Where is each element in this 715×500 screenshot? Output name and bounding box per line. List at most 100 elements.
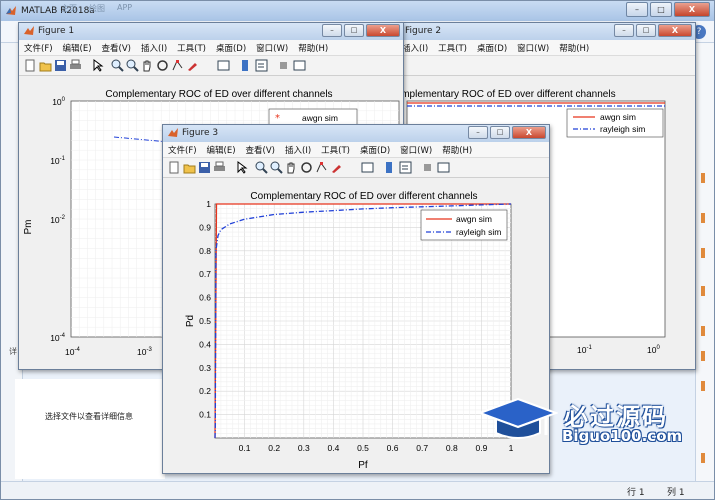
open-folder-icon[interactable] bbox=[183, 161, 196, 174]
figure-3-title-bar[interactable]: Figure 3 – □ X bbox=[163, 125, 549, 142]
maximize-button[interactable]: □ bbox=[636, 24, 656, 37]
close-button[interactable]: X bbox=[512, 126, 546, 139]
rotate-icon[interactable] bbox=[300, 161, 313, 174]
pointer-icon[interactable] bbox=[91, 59, 104, 72]
new-file-icon[interactable] bbox=[168, 161, 181, 174]
y-tick-label: 0.8 bbox=[199, 246, 211, 256]
minimize-button[interactable]: – bbox=[468, 126, 488, 139]
save-icon[interactable] bbox=[198, 161, 211, 174]
menu-desktop[interactable]: 桌面(D) bbox=[216, 42, 246, 54]
menu-desktop[interactable]: 桌面(D) bbox=[477, 42, 507, 54]
menu-window[interactable]: 窗口(W) bbox=[517, 42, 549, 54]
new-file-icon[interactable] bbox=[24, 59, 37, 72]
workspace-marker bbox=[701, 173, 705, 183]
main-tabs: 主页 绘图 APP bbox=[61, 3, 132, 14]
rotate-icon[interactable] bbox=[156, 59, 169, 72]
menu-tools[interactable]: 工具(T) bbox=[438, 42, 467, 54]
tab-plots[interactable]: 绘图 bbox=[89, 3, 105, 14]
show-tools-icon[interactable] bbox=[293, 59, 306, 72]
workspace-marker bbox=[701, 453, 705, 463]
workspace-marker bbox=[701, 351, 705, 361]
menu-insert[interactable]: 插入(I) bbox=[141, 42, 167, 54]
workspace-marker bbox=[701, 381, 705, 391]
menu-view[interactable]: 查看(V) bbox=[246, 144, 275, 156]
maximize-button[interactable]: □ bbox=[490, 126, 510, 139]
figure-2-controls: – □ X bbox=[614, 24, 692, 37]
figure-1-title: Figure 1 bbox=[38, 26, 75, 36]
menu-edit[interactable]: 编辑(E) bbox=[63, 42, 92, 54]
figure-2-title-bar[interactable]: Figure 2 – □ X bbox=[397, 23, 695, 40]
menu-desktop[interactable]: 桌面(D) bbox=[360, 144, 390, 156]
x-axis-label: Pf bbox=[358, 460, 368, 471]
open-folder-icon[interactable] bbox=[39, 59, 52, 72]
menu-tools[interactable]: 工具(T) bbox=[177, 42, 206, 54]
pan-hand-icon[interactable] bbox=[285, 161, 298, 174]
menu-file[interactable]: 文件(F) bbox=[168, 144, 197, 156]
menu-insert[interactable]: 插入(I) bbox=[402, 42, 428, 54]
watermark-brand-en: Biguo100.com bbox=[562, 427, 683, 445]
menu-help[interactable]: 帮助(H) bbox=[442, 144, 472, 156]
figure-2-chart-title: Complementary ROC of ED over different c… bbox=[397, 89, 616, 100]
minimize-button[interactable]: – bbox=[322, 24, 342, 37]
menu-edit[interactable]: 编辑(E) bbox=[207, 144, 236, 156]
brush-icon[interactable] bbox=[330, 161, 343, 174]
matlab-logo-icon bbox=[6, 6, 16, 15]
tab-home[interactable]: 主页 bbox=[61, 3, 77, 14]
colorbar-icon[interactable] bbox=[383, 161, 396, 174]
menu-tools[interactable]: 工具(T) bbox=[321, 144, 350, 156]
minimize-button[interactable]: – bbox=[614, 24, 634, 37]
legend-awgn-label: awgn sim bbox=[600, 112, 636, 122]
pointer-icon[interactable] bbox=[235, 161, 248, 174]
figure-2-menubar: 插入(I) 工具(T) 桌面(D) 窗口(W) 帮助(H) bbox=[397, 40, 695, 56]
graduation-cap-logo-icon bbox=[478, 397, 558, 439]
legend-icon[interactable] bbox=[255, 59, 268, 72]
save-icon[interactable] bbox=[54, 59, 67, 72]
workspace-marker bbox=[701, 326, 705, 336]
link-plot-icon[interactable] bbox=[217, 59, 230, 72]
x-tick-label: 0.1 bbox=[239, 443, 251, 453]
menu-help[interactable]: 帮助(H) bbox=[298, 42, 328, 54]
tab-apps[interactable]: APP bbox=[117, 3, 132, 14]
data-cursor-icon[interactable] bbox=[315, 161, 328, 174]
y-tick-label: 0.9 bbox=[199, 222, 211, 232]
x-tick-label: 0.2 bbox=[268, 443, 280, 453]
details-placeholder-text: 选择文件以查看详细信息 bbox=[45, 412, 133, 421]
close-button[interactable]: X bbox=[674, 2, 710, 17]
workspace-marker bbox=[701, 248, 705, 258]
show-tools-icon[interactable] bbox=[437, 161, 450, 174]
menu-window[interactable]: 窗口(W) bbox=[256, 42, 288, 54]
link-plot-icon[interactable] bbox=[361, 161, 374, 174]
menu-help[interactable]: 帮助(H) bbox=[559, 42, 589, 54]
colorbar-icon[interactable] bbox=[239, 59, 252, 72]
menu-view[interactable]: 查看(V) bbox=[102, 42, 131, 54]
maximize-button[interactable]: □ bbox=[344, 24, 364, 37]
menu-file[interactable]: 文件(F) bbox=[24, 42, 53, 54]
menu-insert[interactable]: 插入(I) bbox=[285, 144, 311, 156]
legend-awgn-label: awgn sim bbox=[302, 113, 338, 123]
print-icon[interactable] bbox=[213, 161, 226, 174]
close-button[interactable]: X bbox=[366, 24, 400, 37]
hide-tools-icon[interactable] bbox=[277, 59, 290, 72]
details-tab-label[interactable]: 详 bbox=[9, 346, 17, 357]
menu-window[interactable]: 窗口(W) bbox=[400, 144, 432, 156]
workspace-marker bbox=[701, 213, 705, 223]
brush-icon[interactable] bbox=[186, 59, 199, 72]
data-cursor-icon[interactable] bbox=[171, 59, 184, 72]
zoom-in-icon[interactable] bbox=[111, 59, 124, 72]
zoom-out-icon[interactable] bbox=[126, 59, 139, 72]
y-tick-label: 0.5 bbox=[199, 316, 211, 326]
print-icon[interactable] bbox=[69, 59, 82, 72]
hide-tools-icon[interactable] bbox=[421, 161, 434, 174]
minimize-button[interactable]: – bbox=[626, 2, 648, 17]
x-tick-label: 0.6 bbox=[387, 443, 399, 453]
close-button[interactable]: X bbox=[658, 24, 692, 37]
zoom-out-icon[interactable] bbox=[270, 161, 283, 174]
figure-1-title-bar[interactable]: Figure 1 – □ X bbox=[19, 23, 403, 40]
legend-icon[interactable] bbox=[399, 161, 412, 174]
zoom-in-icon[interactable] bbox=[255, 161, 268, 174]
pan-hand-icon[interactable] bbox=[141, 59, 154, 72]
status-col: 列 1 bbox=[667, 488, 685, 498]
x-tick-label: 0.5 bbox=[357, 443, 369, 453]
figure-1-controls: – □ X bbox=[322, 24, 400, 37]
maximize-button[interactable]: □ bbox=[650, 2, 672, 17]
